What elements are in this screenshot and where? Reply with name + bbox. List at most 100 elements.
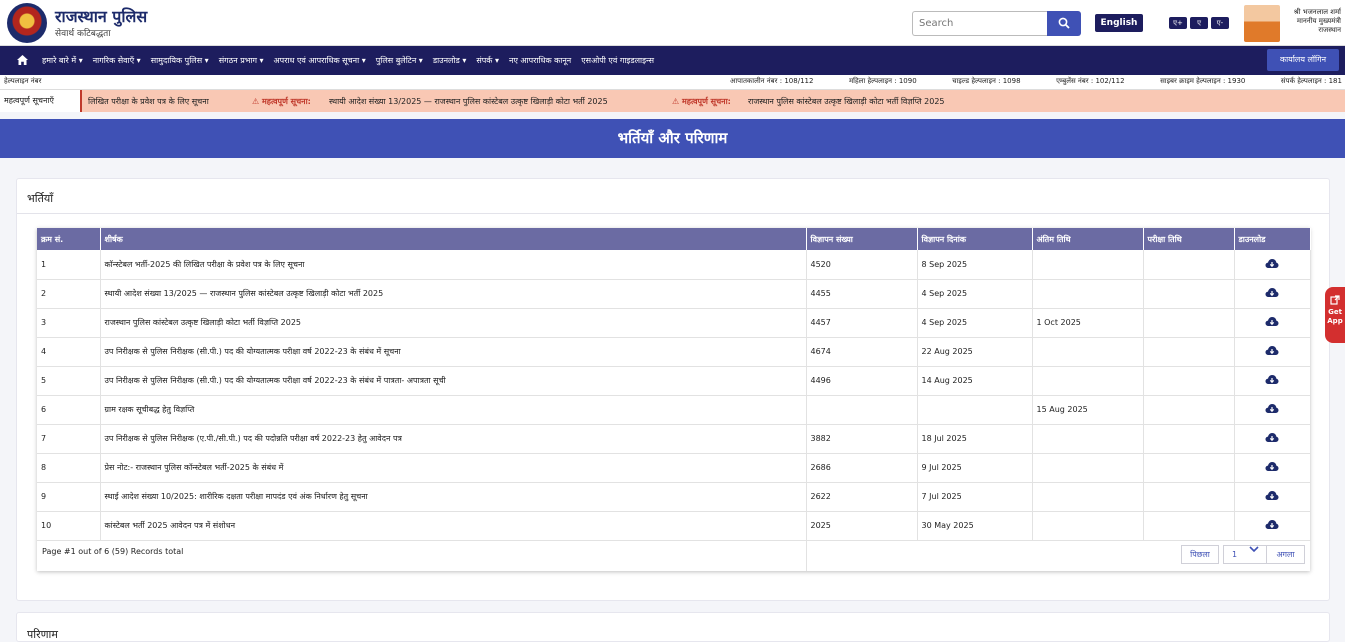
cloud-download-icon[interactable] <box>1265 432 1279 442</box>
cell-exam-date <box>1143 395 1235 425</box>
cell-advt-number: 4457 <box>806 308 918 338</box>
cell-title[interactable]: प्रेस नोट:- राजस्थान पुलिस कॉन्स्टेबल भर… <box>100 453 807 483</box>
cell-advt-number: 4674 <box>806 337 918 367</box>
cloud-download-icon[interactable] <box>1265 287 1279 297</box>
cloud-download-icon[interactable] <box>1265 403 1279 413</box>
next-page-button[interactable]: अगला <box>1266 545 1305 564</box>
cell-advt-number: 2025 <box>806 511 918 541</box>
nav-item-organisation[interactable]: संगठन प्रभाग ▾ <box>219 55 264 66</box>
cell-advt-number: 3882 <box>806 424 918 454</box>
divider <box>17 213 1329 214</box>
page-select[interactable]: 1 <box>1223 545 1267 564</box>
cell-exam-date <box>1143 308 1235 338</box>
cell-serial: 4 <box>37 337 101 367</box>
cell-download <box>1234 279 1311 309</box>
notice-item[interactable]: राजस्थान पुलिस कांस्टेबल उत्कृष्ट खिलाड़… <box>748 96 945 107</box>
nav-item-about[interactable]: हमारे बारे में ▾ <box>42 55 83 66</box>
cell-exam-date <box>1143 337 1235 367</box>
nav-item-new-criminal-laws[interactable]: नए आपराधिक कानून <box>509 55 571 66</box>
nav-item-contact[interactable]: संपर्क ▾ <box>476 55 499 66</box>
cell-exam-date <box>1143 482 1235 512</box>
nav-item-sop-guidelines[interactable]: एसओपी एवं गाइडलाइन्स <box>581 55 654 66</box>
search-button[interactable] <box>1047 11 1081 36</box>
cloud-download-icon[interactable] <box>1265 461 1279 471</box>
cell-advt-number: 4455 <box>806 279 918 309</box>
table-row: 7 उप निरीक्षक से पुलिस निरीक्षक (ए.पी./सी… <box>37 424 1311 454</box>
external-link-icon <box>1330 295 1340 305</box>
recruitment-section-title: भर्तियाँ <box>27 192 54 205</box>
cell-last-date <box>1032 453 1144 483</box>
col-serial: क्रम सं. <box>37 228 101 250</box>
search-input[interactable] <box>912 11 1048 36</box>
cell-advt-date <box>917 395 1033 425</box>
cell-title[interactable]: स्थाई आदेश संख्या 10/2025: शारीरिक दक्षत… <box>100 482 807 512</box>
previous-page-button[interactable]: पिछला <box>1181 545 1219 564</box>
cell-exam-date <box>1143 250 1235 280</box>
table-row: 5 उप निरीक्षक से पुलिस निरीक्षक (सी.पी.) … <box>37 366 1311 396</box>
col-download: डाउनलोड <box>1234 228 1311 250</box>
table-row: 9 स्थाई आदेश संख्या 10/2025: शारीरिक दक्ष… <box>37 482 1311 512</box>
language-button[interactable]: English <box>1095 14 1143 32</box>
office-login-button[interactable]: कार्यालय लॉगिन <box>1267 49 1339 71</box>
get-app-button[interactable]: Get App <box>1325 287 1345 343</box>
nav-item-police-bulletin[interactable]: पुलिस बुलेटिन ▾ <box>376 55 423 66</box>
cell-advt-number: 2686 <box>806 453 918 483</box>
table-row: 3 राजस्थान पुलिस कांस्टेबल उत्कृष्ट खिलाड… <box>37 308 1311 338</box>
cell-title[interactable]: उप निरीक्षक से पुलिस निरीक्षक (ए.पी./सी.… <box>100 424 807 454</box>
cloud-download-icon[interactable] <box>1265 519 1279 529</box>
cell-advt-date: 30 May 2025 <box>917 511 1033 541</box>
font-increase-button[interactable]: ए+ <box>1169 17 1187 29</box>
cell-advt-number: 4520 <box>806 250 918 280</box>
page-info: Page #1 out of 6 (59) Records total <box>42 547 184 556</box>
table-row: 8 प्रेस नोट:- राजस्थान पुलिस कॉन्स्टेबल भ… <box>37 453 1311 483</box>
cm-name: श्री भजनलाल शर्मा <box>1293 8 1341 16</box>
cell-title[interactable]: कांस्टेबल भर्ती 2025 आवेदन पत्र में संशो… <box>100 511 807 541</box>
font-normal-button[interactable]: ए <box>1190 17 1208 29</box>
cell-title[interactable]: उप निरीक्षक से पुलिस निरीक्षक (सी.पी.) प… <box>100 337 807 367</box>
cell-advt-date: 9 Jul 2025 <box>917 453 1033 483</box>
col-advt-date: विज्ञापन दिनांक <box>917 228 1033 250</box>
cell-title[interactable]: राजस्थान पुलिस कांस्टेबल उत्कृष्ट खिलाड़… <box>100 308 807 338</box>
cell-download <box>1234 366 1311 396</box>
cell-title[interactable]: कॉन्स्टेबल भर्ती-2025 की लिखित परीक्षा क… <box>100 250 807 280</box>
table-row: 6 ग्राम रक्षक सूचीबद्ध हेतु विज्ञप्ति 15 A… <box>37 395 1311 425</box>
chevron-down-icon[interactable] <box>1249 546 1259 556</box>
notice-item[interactable]: लिखित परीक्षा के प्रवेश पत्र के लिए सूचन… <box>88 96 209 107</box>
cell-title[interactable]: स्थायी आदेश संख्या 13/2025 — राजस्थान पु… <box>100 279 807 309</box>
cell-title[interactable]: ग्राम रक्षक सूचीबद्ध हेतु विज्ञप्ति <box>100 395 807 425</box>
cell-exam-date <box>1143 279 1235 309</box>
site-title[interactable]: राजस्थान पुलिस <box>55 5 147 27</box>
police-logo[interactable] <box>7 3 47 43</box>
cell-advt-date: 7 Jul 2025 <box>917 482 1033 512</box>
cloud-download-icon[interactable] <box>1265 490 1279 500</box>
results-section-title: परिणाम <box>27 628 58 641</box>
font-decrease-button[interactable]: ए- <box>1211 17 1229 29</box>
cloud-download-icon[interactable] <box>1265 258 1279 268</box>
cell-exam-date <box>1143 366 1235 396</box>
nav-item-downloads[interactable]: डाउनलोड ▾ <box>433 55 467 66</box>
cloud-download-icon[interactable] <box>1265 345 1279 355</box>
results-card: परिणाम <box>16 612 1330 642</box>
table-header-row: क्रम सं. शीर्षक विज्ञापन संख्या विज्ञापन… <box>37 228 1311 250</box>
chief-minister-photo <box>1244 5 1280 42</box>
cell-last-date <box>1032 337 1144 367</box>
nav-item-citizen-services[interactable]: नागरिक सेवाएँ ▾ <box>93 55 141 66</box>
nav-item-crime-info[interactable]: अपराध एवं आपराधिक सूचना ▾ <box>274 55 366 66</box>
cell-serial: 7 <box>37 424 101 454</box>
notice-item[interactable]: स्थायी आदेश संख्या 13/2025 — राजस्थान पु… <box>329 96 608 107</box>
cell-title[interactable]: उप निरीक्षक से पुलिस निरीक्षक (सी.पी.) प… <box>100 366 807 396</box>
page-title: भर्तियाँ और परिणाम <box>0 119 1345 158</box>
notice-warning-label: ⚠ महत्वपूर्ण सूचना: <box>672 97 731 106</box>
home-icon[interactable] <box>16 54 29 69</box>
cloud-download-icon[interactable] <box>1265 316 1279 326</box>
col-advt-number: विज्ञापन संख्या <box>806 228 918 250</box>
nav-item-community-police[interactable]: सामुदायिक पुलिस ▾ <box>151 55 209 66</box>
cloud-download-icon[interactable] <box>1265 374 1279 384</box>
cell-advt-number <box>806 395 918 425</box>
cell-serial: 9 <box>37 482 101 512</box>
cell-download <box>1234 250 1311 280</box>
cell-serial: 1 <box>37 250 101 280</box>
cell-download <box>1234 453 1311 483</box>
cell-exam-date <box>1143 424 1235 454</box>
cell-download <box>1234 511 1311 541</box>
